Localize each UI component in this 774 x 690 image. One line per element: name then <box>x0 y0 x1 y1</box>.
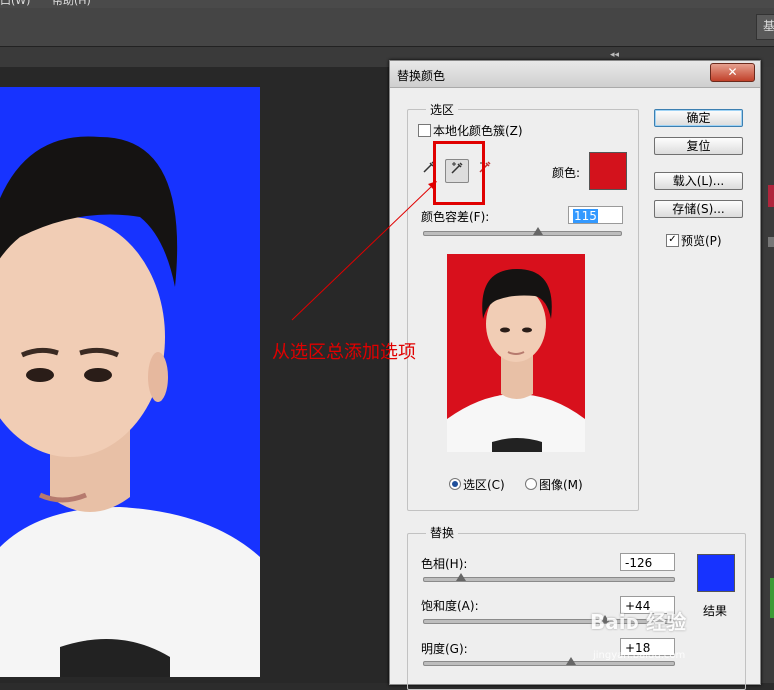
annotation-text: 从选区总添加选项 <box>272 342 416 363</box>
watermark-url: jingyan.baidu.com <box>593 650 686 661</box>
watermark-logo: Baiᴅ 经验 <box>590 610 687 634</box>
